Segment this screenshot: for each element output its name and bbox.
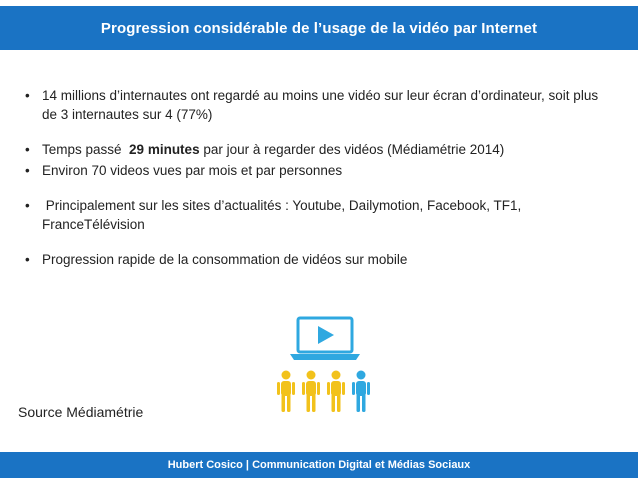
bullet-dot: • bbox=[25, 198, 30, 213]
person-icon bbox=[277, 370, 370, 412]
bullet-emphasis: 29 minutes bbox=[129, 142, 200, 157]
bullet-dot: • bbox=[25, 252, 30, 267]
bullet-item: • Progression rapide de la consommation … bbox=[22, 250, 612, 269]
video-audience-illustration bbox=[270, 314, 380, 414]
bullet-text-suffix: par jour à regarder des vidéos (Médiamét… bbox=[199, 142, 505, 157]
header-bar: Progression considérable de l’usage de l… bbox=[0, 6, 638, 50]
source-caption: Source Médiamétrie bbox=[18, 404, 144, 420]
bullet-text: Principalement sur les sites d’actualité… bbox=[42, 198, 526, 232]
bullet-dot: • bbox=[25, 163, 30, 178]
bullet-item: • Principalement sur les sites d’actuali… bbox=[22, 196, 612, 234]
bullet-item: • Temps passé 29 minutes par jour à rega… bbox=[22, 140, 612, 159]
bullet-text: Progression rapide de la consommation de… bbox=[42, 252, 408, 267]
footer-bar: Hubert Cosico | Communication Digital et… bbox=[0, 452, 638, 478]
bullet-dot: • bbox=[25, 88, 30, 103]
bullet-list: • 14 millions d’internautes ont regardé … bbox=[22, 86, 612, 269]
bullet-item: • Environ 70 videos vues par mois et par… bbox=[22, 161, 612, 180]
bullet-text: 14 millions d’internautes ont regardé au… bbox=[42, 88, 599, 122]
footer-credit: Hubert Cosico | Communication Digital et… bbox=[167, 459, 471, 471]
slide-title: Progression considérable de l’usage de l… bbox=[100, 19, 538, 37]
bullet-dot: • bbox=[25, 142, 30, 157]
bullet-item: • 14 millions d’internautes ont regardé … bbox=[22, 86, 612, 124]
bullet-text: Environ 70 videos vues par mois et par p… bbox=[42, 163, 343, 178]
bullet-text-prefix: Temps passé bbox=[42, 142, 130, 157]
